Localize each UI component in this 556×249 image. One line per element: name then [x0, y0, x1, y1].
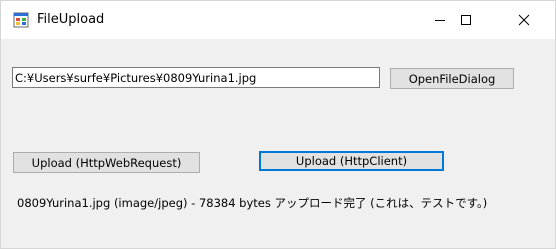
file-path-input[interactable]	[12, 67, 380, 88]
upload-httpclient-button[interactable]: Upload (HttpClient)	[259, 151, 444, 171]
window-title: FileUpload	[37, 12, 105, 27]
open-file-dialog-button[interactable]: OpenFileDialog	[390, 68, 514, 89]
upload-httpwebrequest-button[interactable]: Upload (HttpWebRequest)	[13, 152, 200, 173]
close-button[interactable]	[501, 1, 547, 39]
windows-form-icon	[13, 12, 29, 28]
upload-status-label: 0809Yurina1.jpg (image/jpeg) - 78384 byt…	[17, 196, 488, 210]
maximize-icon	[460, 11, 472, 30]
maximize-button[interactable]	[443, 1, 489, 39]
title-bar[interactable]: FileUpload	[1, 1, 555, 39]
close-icon	[518, 11, 530, 30]
file-upload-window: FileUpload OpenFileDialog Upload (HttpWe…	[0, 0, 556, 249]
